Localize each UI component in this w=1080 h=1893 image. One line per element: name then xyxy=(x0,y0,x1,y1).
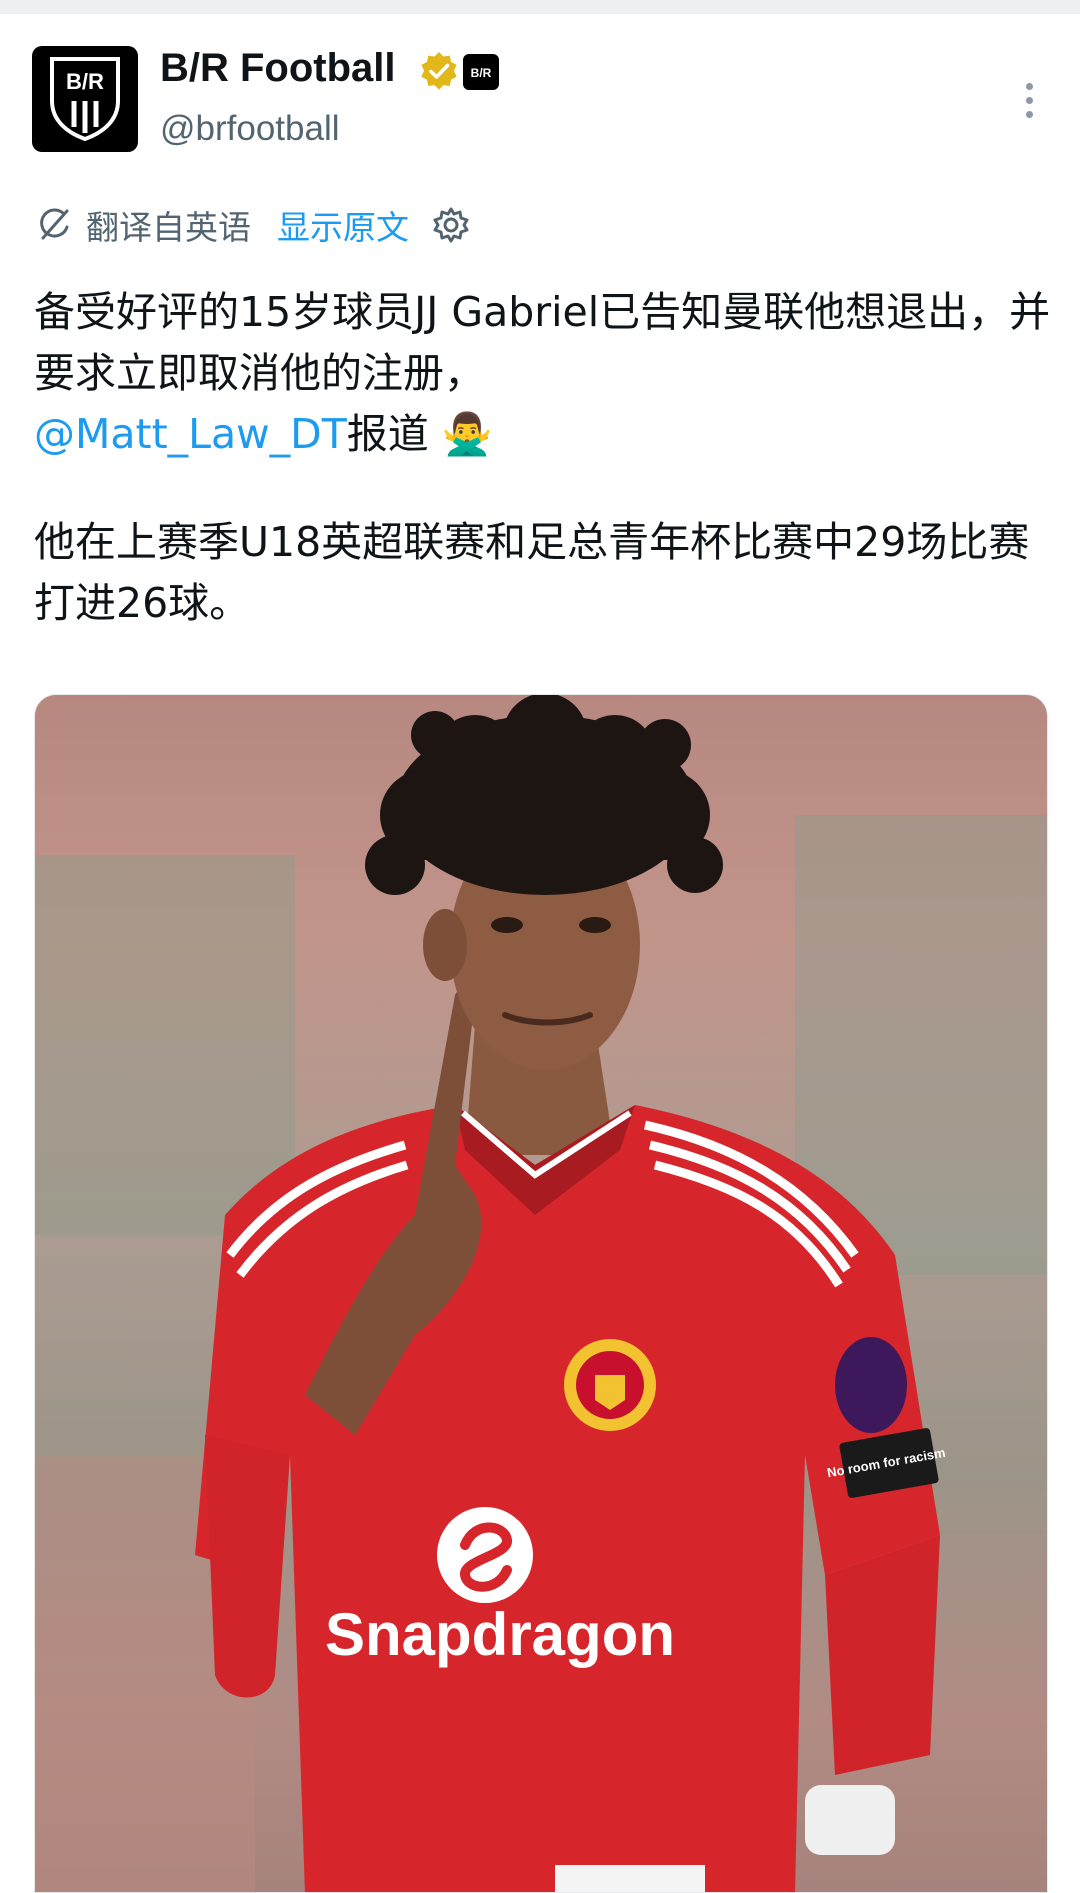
more-vertical-icon-dot xyxy=(1025,96,1033,104)
affiliate-badge-text: B/R xyxy=(471,66,492,80)
tweet-text-after-mention: 报道 🙅‍♂️ xyxy=(346,410,493,458)
tweet-body: 备受好评的15岁球员JJ Gabriel已告知曼联他想退出，并要求立即取消他的注… xyxy=(34,282,1054,634)
show-original-link[interactable]: 显示原文 xyxy=(277,201,409,249)
affiliate-badge[interactable]: B/R xyxy=(463,54,499,90)
br-shield-logo: B/R xyxy=(50,57,120,142)
account-avatar[interactable]: B/R xyxy=(32,46,138,152)
affiliate-logo-icon: B/R xyxy=(471,66,492,80)
league-badge xyxy=(835,1337,907,1433)
translation-bar: 翻译自英语 显示原文 xyxy=(34,203,471,247)
translated-from-label: 翻译自英语 xyxy=(86,208,251,247)
tweet-media-image[interactable]: Snapdragon No room for racism xyxy=(34,694,1048,1893)
wrist-tape xyxy=(805,1785,895,1855)
avatar-text: B/R xyxy=(66,69,104,94)
hair-shape xyxy=(365,695,723,895)
more-vertical-icon xyxy=(1025,82,1033,90)
top-edge-bar xyxy=(0,0,1080,14)
verified-badge-icon[interactable] xyxy=(418,50,460,92)
tweet-paragraph-1: 备受好评的15岁球员JJ Gabriel已告知曼联他想退出，并要求立即取消他的注… xyxy=(34,282,1054,465)
mention-link[interactable]: @Matt_Law_DT xyxy=(34,410,347,458)
account-handle[interactable]: @brfootball xyxy=(160,109,340,149)
gear-icon[interactable] xyxy=(431,205,471,245)
tweet-text-line1: 备受好评的15岁球员JJ Gabriel已告知曼联他想退出，并要求立即取消他的注… xyxy=(34,288,1051,397)
sponsor-text: Snapdragon xyxy=(325,1601,675,1668)
more-vertical-icon-dot xyxy=(1025,110,1033,118)
translate-icon xyxy=(40,208,69,240)
more-options-button[interactable] xyxy=(1012,78,1046,122)
tweet-paragraph-2: 他在上赛季U18英超联赛和足总青年杯比赛中29场比赛打进26球。 xyxy=(34,518,1030,627)
display-name[interactable]: B/R Football xyxy=(160,46,396,91)
player-photo: Snapdragon No room for racism xyxy=(35,695,1047,1892)
